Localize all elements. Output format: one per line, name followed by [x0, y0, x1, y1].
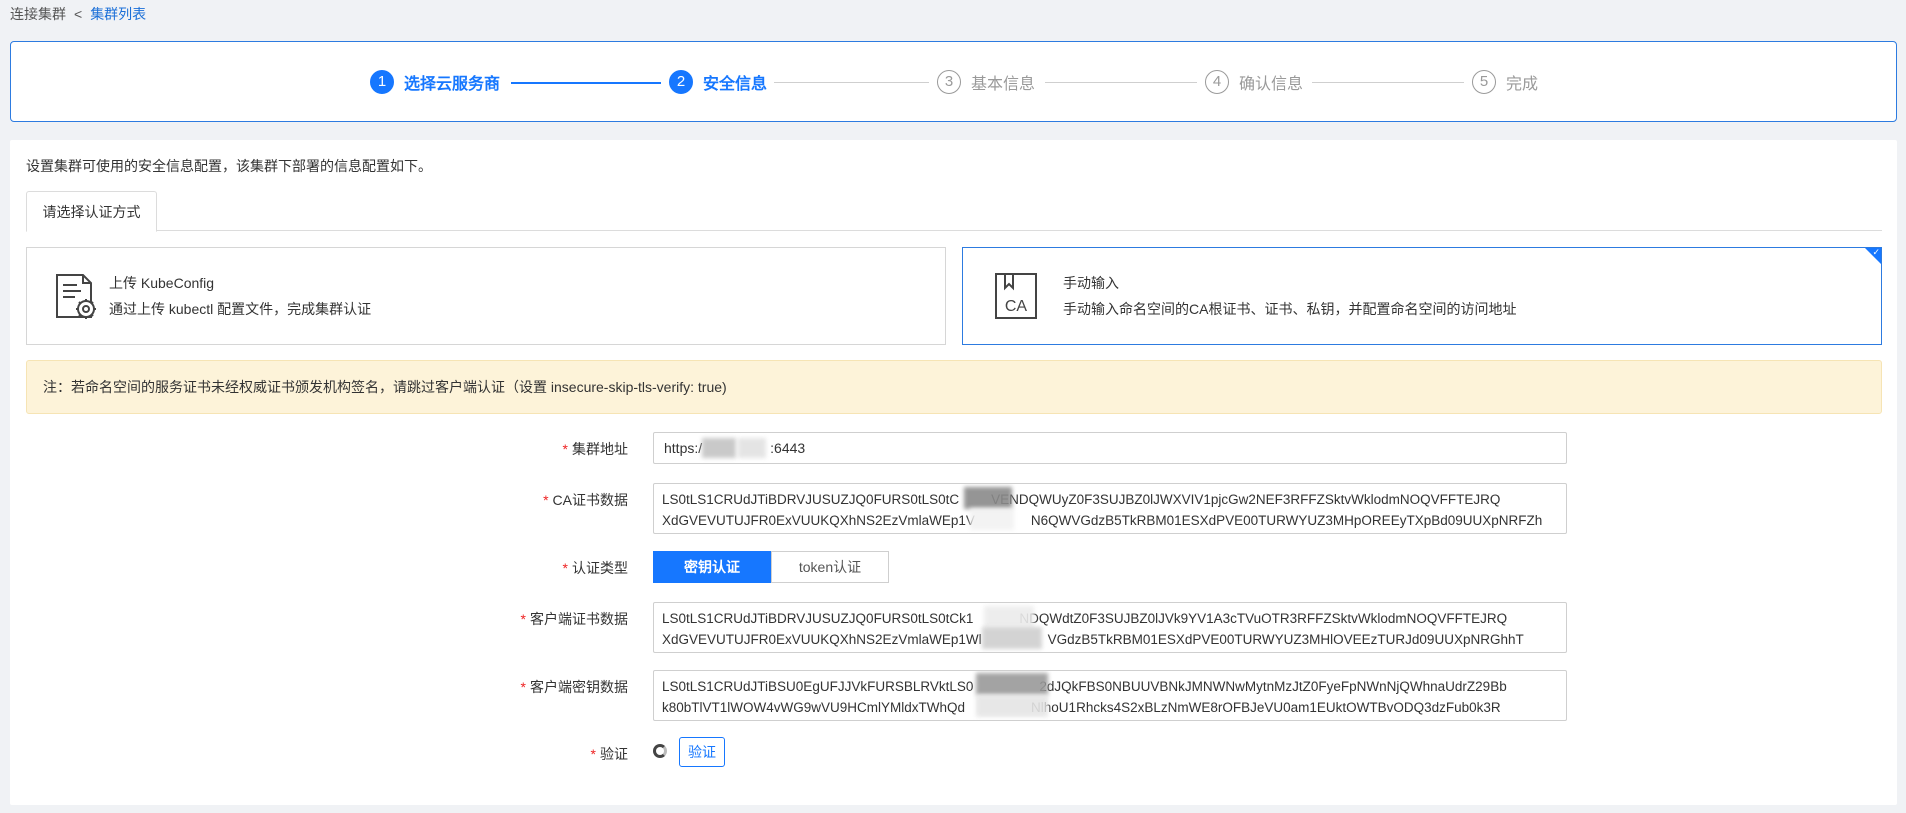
auth-type-selector: 密钥认证 token认证: [653, 551, 889, 583]
redacted-area: [976, 695, 1048, 717]
verify-button[interactable]: 验证: [679, 737, 725, 767]
tab-auth-method[interactable]: 请选择认证方式: [26, 191, 157, 232]
step-5: 5 完成: [1472, 42, 1538, 121]
auth-option-kubeconfig-title: 上传 KubeConfig: [109, 275, 215, 291]
auth-option-kubeconfig-subtitle: 通过上传 kubectl 配置文件，完成集群认证: [109, 301, 372, 317]
step-3: 3 基本信息: [937, 42, 1035, 121]
redacted-area: [702, 438, 770, 458]
auth-type-token-option[interactable]: token认证: [771, 551, 889, 583]
auth-type-key-option[interactable]: 密钥认证: [653, 551, 771, 583]
step-1: 1 选择云服务商: [370, 42, 500, 121]
step-5-number: 5: [1472, 69, 1496, 94]
step-4: 4 确认信息: [1205, 42, 1303, 121]
ca-certificate-icon: CA: [995, 273, 1037, 319]
step-2: 2 安全信息: [669, 42, 767, 121]
step-3-label: 基本信息: [971, 75, 1036, 93]
ca-data-textarea[interactable]: LS0tLS1CRUdJTiBDRVJUSUZJQ0FURS0tLS0tC VEN…: [653, 483, 1567, 534]
required-mark: *: [562, 441, 568, 457]
ca-icon-text: CA: [1005, 298, 1028, 315]
step-connector-4: [1312, 82, 1464, 83]
client-cert-textarea[interactable]: LS0tLS1CRUdJTiBDRVJUSUZJQ0FURS0tLS0tCk1 N…: [653, 602, 1567, 653]
required-mark: *: [543, 492, 549, 508]
breadcrumb-parent[interactable]: 连接集群: [10, 4, 66, 24]
redacted-area: [984, 606, 1034, 628]
auth-option-manual-title: 手动输入: [1063, 275, 1119, 291]
step-3-number: 3: [937, 69, 961, 94]
required-mark: *: [520, 611, 526, 627]
auth-tab-bar: 请选择认证方式: [26, 191, 1882, 232]
step-1-number: 1: [370, 69, 394, 94]
auth-option-manual[interactable]: CA 手动输入 手动输入命名空间的CA根证书、证书、私钥，并配置命名空间的访问地…: [962, 247, 1882, 345]
step-4-number: 4: [1205, 69, 1229, 94]
warning-notice: 注：若命名空间的服务证书未经权威证书颁发机构签名，请跳过客户端认证（设置 ins…: [26, 360, 1882, 414]
breadcrumb-separator: <: [74, 6, 83, 22]
required-mark: *: [562, 560, 568, 576]
auth-option-manual-subtitle: 手动输入命名空间的CA根证书、证书、私钥，并配置命名空间的访问地址: [1063, 301, 1517, 317]
redacted-area: [982, 627, 1042, 649]
step-connector-3: [1045, 82, 1197, 83]
steps-bar: 1 选择云服务商 2 安全信息 3 基本信息 4 确认信息 5 完成: [10, 41, 1897, 122]
breadcrumb: 连接集群 < 集群列表: [10, 4, 146, 24]
required-mark: *: [590, 746, 596, 762]
step-connector-1: [511, 82, 661, 84]
auth-option-kubeconfig[interactable]: 上传 KubeConfig 通过上传 kubectl 配置文件，完成集群认证: [26, 247, 946, 345]
step-5-label: 完成: [1506, 75, 1539, 93]
step-1-label: 选择云服务商: [404, 75, 501, 93]
cluster-address-label: * 集群地址: [562, 441, 628, 457]
loading-spinner-icon: [653, 744, 667, 758]
redacted-area: [964, 487, 1012, 509]
auth-type-label: * 认证类型: [562, 560, 628, 576]
panel-description: 设置集群可使用的安全信息配置，该集群下部署的信息配置如下。: [26, 158, 432, 174]
required-mark: *: [520, 679, 526, 695]
client-key-label: * 客户端密钥数据: [520, 679, 628, 695]
security-panel: 设置集群可使用的安全信息配置，该集群下部署的信息配置如下。 请选择认证方式 上传…: [10, 140, 1897, 805]
step-2-number: 2: [669, 69, 693, 94]
step-2-label: 安全信息: [703, 75, 768, 93]
file-config-icon: [56, 274, 96, 319]
cluster-address-input[interactable]: https:/ :6443: [653, 432, 1567, 464]
check-icon: ✓: [1872, 247, 1880, 257]
client-key-textarea[interactable]: LS0tLS1CRUdJTiBSU0EgUFJJVkFURSBLRVktLS0 2…: [653, 670, 1567, 721]
client-cert-label: * 客户端证书数据: [520, 611, 628, 627]
breadcrumb-current[interactable]: 集群列表: [90, 4, 146, 24]
step-4-label: 确认信息: [1239, 75, 1304, 93]
step-connector-2: [774, 82, 929, 83]
redacted-area: [970, 508, 1014, 530]
ca-data-label: * CA证书数据: [543, 492, 628, 508]
verify-label: * 验证: [590, 746, 628, 762]
redacted-area: [976, 673, 1048, 695]
